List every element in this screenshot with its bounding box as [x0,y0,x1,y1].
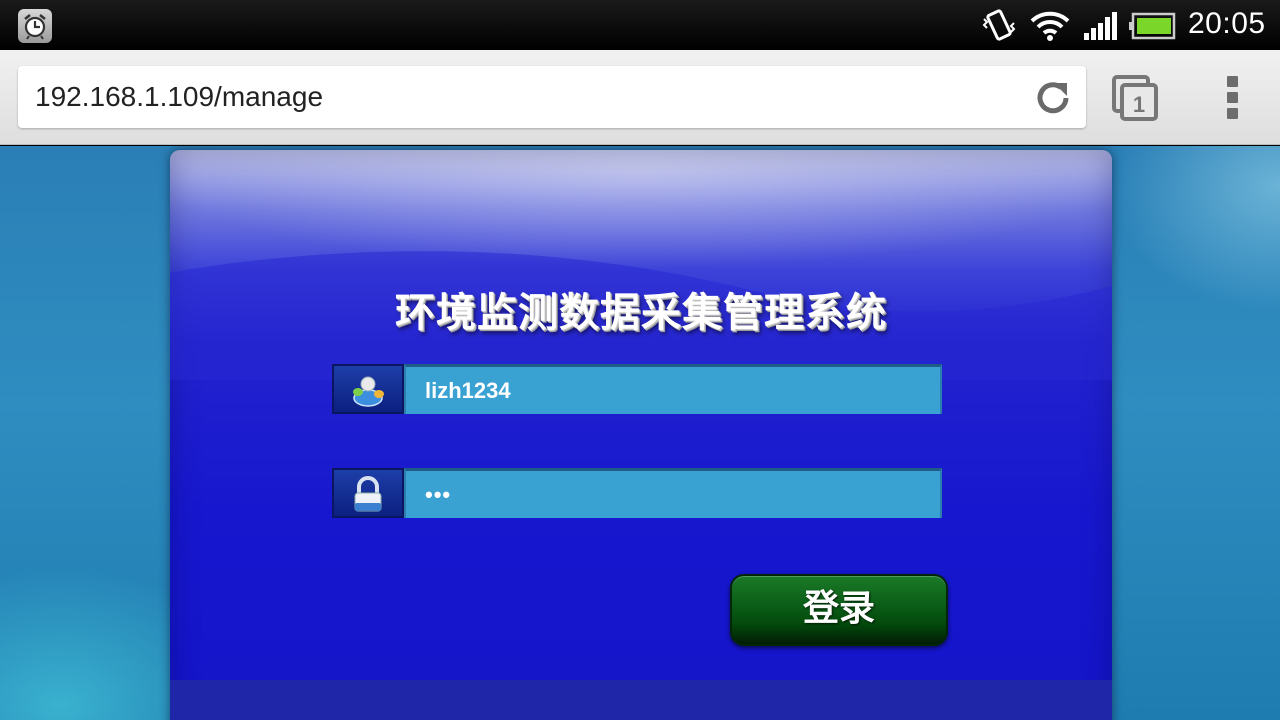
url-text[interactable]: 192.168.1.109/manage [35,81,323,113]
page-title: 环境监测数据采集管理系统 [395,290,887,336]
username-field[interactable]: lizh1234 [404,364,942,414]
web-page: 环境监测数据采集管理系统 lizh1234 ••• 登录 [0,146,1280,720]
alarm-icon [18,9,52,43]
status-bar: 20:05 [0,0,1280,50]
browser-toolbar: 192.168.1.109/manage 1 [0,50,1280,145]
signal-icon [1084,12,1117,40]
tab-count: 1 [1133,92,1145,117]
panel-footer [170,680,1112,720]
battery-icon [1129,12,1176,40]
overflow-menu-icon[interactable] [1220,76,1244,120]
lock-icon [332,468,404,518]
login-button[interactable]: 登录 [730,574,948,646]
password-row: ••• [332,468,942,518]
wifi-icon [1030,11,1070,41]
login-panel: 环境监测数据采集管理系统 lizh1234 ••• 登录 [170,150,1112,720]
tabs-icon[interactable]: 1 [1110,74,1162,122]
username-row: lizh1234 [332,364,942,414]
reload-icon[interactable] [1034,79,1074,117]
user-icon [332,364,404,414]
password-field[interactable]: ••• [404,468,942,518]
url-bar[interactable]: 192.168.1.109/manage [18,66,1086,128]
clock-time: 20:05 [1188,7,1266,40]
vibrate-icon [982,9,1016,41]
